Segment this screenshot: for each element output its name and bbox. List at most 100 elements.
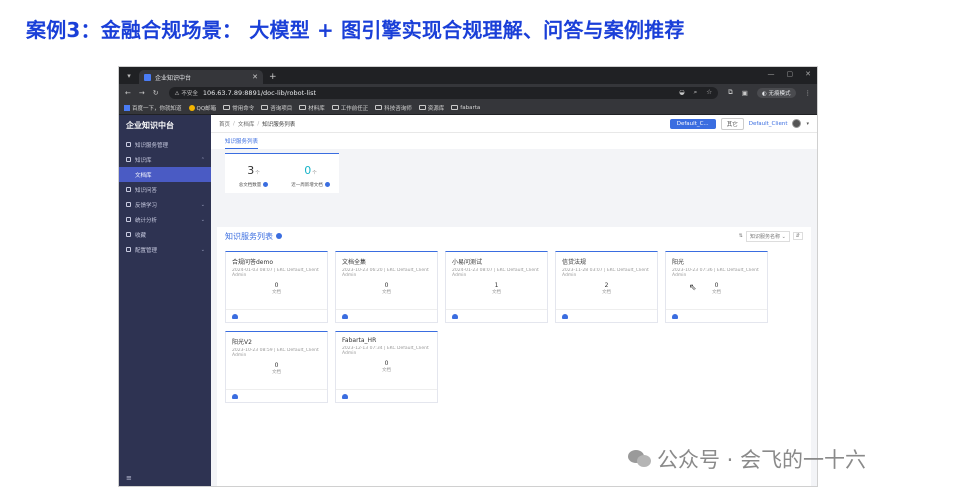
- cloud-upload-icon[interactable]: [342, 393, 348, 399]
- sidebar-item-qa[interactable]: 知识问答: [119, 182, 211, 197]
- card-title: Fabarta_HR: [342, 337, 377, 344]
- collapse-menu-icon[interactable]: ≡: [126, 474, 132, 482]
- service-card[interactable]: 阳光 2023-10-23 07:36 | EKC Default_Client…: [665, 251, 768, 323]
- card-unit: 文档: [272, 290, 281, 295]
- bookmark-folder[interactable]: 常用命令: [223, 104, 254, 112]
- help-icon[interactable]: [276, 233, 282, 239]
- breadcrumb-current: 知识服务列表: [262, 121, 296, 128]
- cloud-upload-icon[interactable]: [232, 313, 238, 319]
- card-title: 阳光V2: [232, 339, 252, 346]
- incognito-eye-icon[interactable]: ◒: [679, 88, 685, 97]
- sidebar-item-feedback[interactable]: 反馈学习 ⌄: [119, 197, 211, 212]
- sidepanel-icon[interactable]: ▣: [742, 89, 748, 97]
- card-unit: 文档: [712, 290, 721, 295]
- tenant-button[interactable]: Default_C...: [669, 118, 716, 129]
- bookmark-star-icon[interactable]: ☆: [706, 88, 712, 97]
- bookmark-qqmail[interactable]: QQ邮箱: [188, 104, 216, 112]
- card-owner: Admin: [562, 273, 577, 278]
- cloud-upload-icon[interactable]: [672, 313, 678, 319]
- sort-select[interactable]: 知识服务名称 ⌄: [746, 230, 790, 242]
- service-card[interactable]: Fabarta_HR 2023-12-13 07:34 | EKC Defaul…: [335, 331, 438, 403]
- bookmark-baidu[interactable]: 百度一下，你就知道: [124, 104, 182, 112]
- forward-icon[interactable]: →: [139, 89, 145, 97]
- tab-service-list[interactable]: 知识服务列表: [225, 137, 259, 149]
- sidebar-item-service[interactable]: 知识服务管理: [119, 137, 211, 152]
- chevron-up-icon: ⌃: [200, 156, 205, 163]
- stat-unit: 个: [312, 171, 317, 176]
- stat-unit: 个: [255, 171, 260, 176]
- stat-value: 0: [304, 164, 312, 177]
- bookmark-folder[interactable]: fabarta: [451, 105, 480, 111]
- zoom-icon[interactable]: ⌕: [694, 88, 698, 97]
- sidebar-item-stats[interactable]: 统计分析 ⌄: [119, 212, 211, 227]
- sidebar-item-config[interactable]: 配置管理 ⌄: [119, 242, 211, 257]
- restore-icon[interactable]: ▢: [787, 70, 794, 78]
- cloud-upload-icon[interactable]: [452, 313, 458, 319]
- help-icon[interactable]: [263, 182, 269, 187]
- card-unit: 文档: [492, 290, 501, 295]
- minimize-icon[interactable]: —: [768, 70, 775, 78]
- avatar[interactable]: [792, 119, 802, 128]
- sidebar-item-doclib[interactable]: 文档库: [119, 167, 211, 182]
- tab-strip: ▾ 企业知识中台 ✕ + — ▢ ✕: [119, 67, 817, 84]
- service-card[interactable]: 信贷法规 2023-11-28 03:07 | EKC Default_Clie…: [555, 251, 658, 323]
- cloud-upload-icon[interactable]: [342, 313, 348, 319]
- sidebar-item-library[interactable]: 知识库 ⌃: [119, 152, 211, 167]
- insecure-badge[interactable]: ⚠ 不安全: [175, 89, 198, 97]
- menu-icon[interactable]: ⋮: [805, 89, 812, 97]
- service-card[interactable]: 小易问测试 2024-01-23 08:07 | EKC Default_Cli…: [445, 251, 548, 323]
- card-unit: 文档: [602, 290, 611, 295]
- bookmark-folder[interactable]: 资源库: [418, 104, 444, 112]
- folder-icon: [331, 105, 339, 110]
- user-name[interactable]: Default_Client: [749, 121, 788, 127]
- bookmark-folder[interactable]: 咨询项目: [261, 104, 292, 112]
- close-icon[interactable]: ✕: [252, 73, 258, 81]
- other-button[interactable]: 其它: [720, 117, 744, 130]
- window-close-icon[interactable]: ✕: [805, 70, 811, 78]
- folder-icon: [451, 105, 459, 110]
- card-title: 文档全集: [342, 259, 367, 266]
- address-bar: ← → ↻ ⚠ 不安全 106.63.7.89:8891/doc-lib/rob…: [119, 84, 817, 101]
- browser-tab[interactable]: 企业知识中台 ✕: [139, 70, 263, 84]
- card-title: 合规问答demo: [232, 259, 274, 266]
- cloud-upload-icon[interactable]: [562, 313, 568, 319]
- sidebar-item-favorites[interactable]: 收藏: [119, 227, 211, 242]
- card-count: 0: [274, 362, 279, 369]
- app: 企业知识中台 知识服务管理 知识库 ⌃ 文档库 知识问答 反馈学习 ⌄ 统计分析 ⌄ …: [119, 115, 817, 486]
- card-title: 信贷法规: [562, 259, 587, 266]
- reload-icon[interactable]: ↻: [153, 89, 159, 97]
- star-icon: [126, 232, 131, 237]
- qqmail-icon: [188, 104, 195, 111]
- card-owner: Admin: [232, 353, 247, 358]
- top-bar: 首页 / 文档库 / 知识服务列表 Default_C... 其它 Defaul…: [211, 115, 817, 133]
- omnibox[interactable]: ⚠ 不安全 106.63.7.89:8891/doc-lib/robot-lis…: [168, 86, 719, 99]
- new-tab-icon[interactable]: +: [269, 72, 277, 82]
- service-card[interactable]: 文档全集 2023-10-23 06:20 | EKC Default_Clie…: [335, 251, 438, 323]
- extensions-icon[interactable]: ⧉: [728, 88, 733, 97]
- help-icon[interactable]: [324, 182, 330, 187]
- incognito-badge[interactable]: ◐ 无痕模式: [756, 87, 796, 98]
- bookmark-folder[interactable]: 工作前任正: [331, 104, 368, 112]
- window-controls: — ▢ ✕: [768, 70, 812, 78]
- feedback-icon: [126, 202, 131, 207]
- chevron-down-icon: ⌄: [200, 216, 205, 223]
- tab-search-icon[interactable]: ▾: [123, 70, 135, 82]
- breadcrumb-doclib[interactable]: 文档库: [238, 120, 255, 128]
- mouse-cursor-icon: ⇖: [689, 283, 697, 293]
- bookmark-folder[interactable]: 材料库: [299, 104, 325, 112]
- card-footer: [336, 389, 437, 402]
- cloud-upload-icon[interactable]: [232, 393, 238, 399]
- service-card[interactable]: 合规问答demo 2024-01-03 08:07 | EKC Default_…: [225, 251, 328, 323]
- breadcrumb-home[interactable]: 首页: [219, 120, 230, 128]
- breadcrumb-separator: /: [257, 120, 260, 127]
- chevron-down-icon[interactable]: ▾: [806, 121, 809, 127]
- settings-icon: [126, 247, 131, 252]
- watermark-text: 公众号 · 会飞的一十六: [657, 448, 867, 472]
- sort-order-icon[interactable]: ⇵: [792, 232, 803, 240]
- url-text[interactable]: 106.63.7.89:8891/doc-lib/robot-list: [203, 89, 316, 97]
- chevron-down-icon: ⌄: [200, 246, 205, 253]
- back-icon[interactable]: ←: [125, 89, 131, 97]
- stat-value: 3: [247, 164, 255, 177]
- bookmark-folder[interactable]: 科技咨询师: [375, 104, 412, 112]
- service-card[interactable]: 阳光V2 2023-10-23 08:59 | EKC Default_Clie…: [225, 331, 328, 403]
